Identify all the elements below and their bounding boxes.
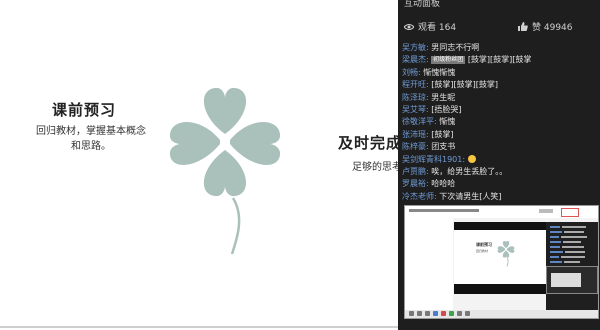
live-stats: 观看 164 赞 49946: [398, 14, 600, 34]
chat-username[interactable]: 刘畅: [402, 68, 418, 77]
thumbnail-nested-preview: [546, 266, 598, 294]
chat-username[interactable]: 程开旺: [402, 80, 426, 89]
likes-count: 赞 49946: [532, 23, 573, 33]
chat-username[interactable]: 卢贾鹏: [402, 167, 426, 176]
chat-message: 吴剑辉青科1901:: [402, 154, 598, 166]
eye-icon: [404, 23, 414, 30]
chat-username[interactable]: 吴剑辉青科1901: [402, 155, 462, 164]
chat-message: 吴艾琴: [捂脸哭]: [402, 104, 462, 114]
chat-username[interactable]: 吴方敏: [402, 43, 426, 52]
chat-username[interactable]: 张沛瑶: [402, 130, 426, 139]
chat-text: 唉，给男生丢脸了。。: [431, 166, 508, 176]
chat-message: 陈梓豪: 团支书: [402, 142, 456, 152]
chat-username[interactable]: 徐敬洋平: [402, 117, 434, 126]
slide-left-title: 课前预习: [52, 101, 117, 119]
chat-message: 陈泽琼: 男生呢: [402, 92, 456, 102]
thumbs-up-icon: [518, 22, 528, 31]
views-count: 观看 164: [418, 23, 457, 33]
slide-canvas: 课前预习 回归教材，掌握基本概念和思路。 及时完成 足够的思考: [0, 0, 398, 330]
chat-text: 惭愧惭愧: [423, 67, 456, 77]
slide-left-description: 回归教材，掌握基本概念和思路。: [36, 126, 146, 152]
slide-divider: [0, 326, 398, 328]
chat-text: 下次请男生[人笑]: [439, 191, 502, 201]
chat-username[interactable]: 吴艾琴: [402, 105, 426, 114]
chat-text: [捂脸哭]: [431, 104, 462, 114]
chat-message: 卢贾鹏: 唉，给男生丢脸了。。: [402, 166, 508, 176]
smile-emoji-icon: [467, 155, 476, 164]
chat-message: 罗晨裕: 哈哈哈: [402, 179, 456, 189]
chat-message: 徐敬洋平: 惭愧: [402, 117, 456, 127]
chat-username[interactable]: 梁晨杰: [402, 55, 426, 64]
panel-header: 互动面板: [404, 0, 441, 9]
thumbnail-titlebar: [405, 206, 598, 218]
chat-message: 吴方敏: 男同志不行啊: [402, 43, 480, 52]
chat-username[interactable]: 罗晨裕: [402, 179, 426, 188]
likes-stat[interactable]: 赞 49946: [518, 20, 573, 33]
slide-right-description: 足够的思考: [352, 162, 398, 173]
chat-text: [鼓掌]: [431, 129, 454, 139]
screen-share-thumbnail[interactable]: 课前预习 回归教材: [404, 205, 599, 319]
chat-text: 男同志不行啊: [431, 43, 480, 52]
chat-message: 刘畅: 惭愧惭愧: [402, 67, 456, 77]
thumbnail-slide: 课前预习 回归教材: [454, 222, 546, 288]
fan-badge: 初级粉丝团: [431, 55, 466, 64]
chat-text: 惭愧: [439, 117, 456, 127]
thumbnail-topbar: [454, 222, 546, 230]
chat-text: 哈哈哈: [431, 179, 456, 189]
chat-text: [鼓掌][鼓掌][鼓掌]: [431, 80, 498, 90]
chat-text: 男生呢: [431, 92, 456, 102]
thumbnail-sidebar: [405, 218, 453, 318]
slide-right-title: 及时完成: [338, 134, 398, 152]
thumbnail-bottombar: [454, 284, 546, 294]
chat-username[interactable]: 陈梓豪: [402, 142, 426, 151]
chat-message: 程开旺: [鼓掌][鼓掌][鼓掌]: [402, 80, 498, 90]
chat-message: 冷杰老师: 下次请男生[人笑]: [402, 191, 502, 201]
thumbnail-button[interactable]: [561, 208, 579, 217]
chat-text: 团支书: [431, 142, 456, 152]
chat-username[interactable]: 冷杰老师: [402, 192, 434, 201]
chat-message: 梁晨杰: 初级粉丝团 [鼓掌][鼓掌][鼓掌: [402, 55, 532, 65]
thumbnail-clover-icon: [497, 240, 515, 267]
chat-username[interactable]: 陈泽琼: [402, 93, 426, 102]
chat-message: 张沛瑶: [鼓掌]: [402, 129, 454, 139]
chat-list: 吴方敏: 男同志不行啊 梁晨杰: 初级粉丝团 [鼓掌][鼓掌][鼓掌 刘畅: 惭…: [402, 42, 598, 203]
clover-illustration: [169, 87, 281, 255]
chat-text: [鼓掌][鼓掌][鼓掌: [467, 55, 532, 65]
thumbnail-slide-title: 课前预习: [476, 242, 492, 247]
views-stat: 观看 164: [404, 20, 456, 33]
thumbnail-slide-subtitle: 回归教材: [476, 249, 489, 253]
thumbnail-taskbar: [405, 310, 598, 318]
